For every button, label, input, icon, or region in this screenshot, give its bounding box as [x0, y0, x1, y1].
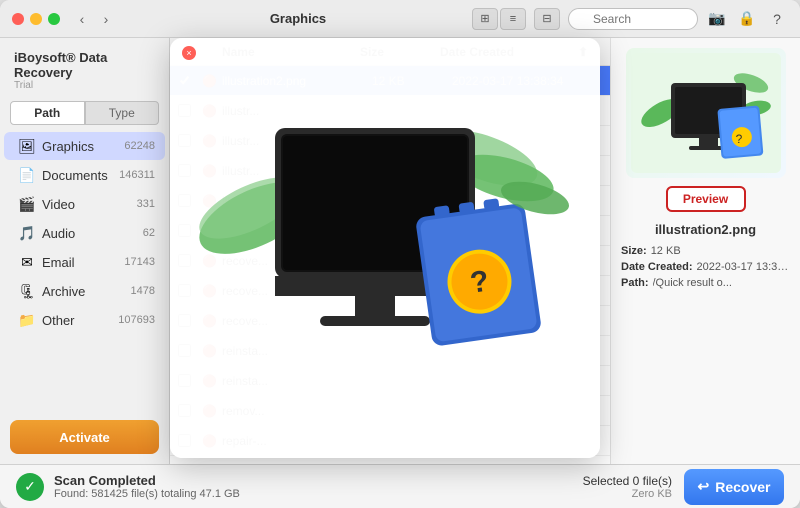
maximize-button[interactable]: [48, 13, 60, 25]
graphics-icon: 🖼: [18, 137, 36, 155]
sidebar-brand: iBoysoft® Data Recovery Trial: [0, 38, 169, 95]
search-wrapper: 🔍: [568, 8, 698, 30]
sidebar-item-count: 1478: [131, 285, 155, 297]
documents-icon: 📄: [18, 166, 36, 184]
activate-button[interactable]: Activate: [10, 420, 159, 454]
window-title: Graphics: [124, 11, 472, 26]
lock-button[interactable]: 🔒: [736, 8, 758, 30]
sidebar-item-video[interactable]: 🎬 Video 331: [4, 190, 165, 218]
search-input[interactable]: [568, 8, 698, 30]
main-window: ‹ › Graphics ⊞ ≡ ⊟ 🔍 📷 🔒 ? iBoysoft® Da: [0, 0, 800, 508]
sidebar-item-count: 331: [137, 198, 155, 210]
app-title: iBoysoft® Data Recovery: [14, 50, 155, 80]
sidebar-item-label: Other: [42, 313, 118, 328]
sidebar-item-documents[interactable]: 📄 Documents 146311: [4, 161, 165, 189]
recover-label: Recover: [715, 479, 770, 495]
svg-text:?: ?: [735, 132, 742, 146]
date-value: 2022-03-17 13:38:34: [697, 261, 790, 273]
scan-sub: Found: 581425 file(s) totaling 47.1 GB: [54, 488, 583, 500]
sidebar-item-count: 62: [143, 227, 155, 239]
traffic-lights: [12, 13, 60, 25]
right-panel: ? Preview illustration2.png Size: 12 KB …: [610, 38, 800, 464]
app-subtitle: Trial: [14, 80, 155, 91]
filter-button[interactable]: ⊟: [534, 8, 560, 30]
sidebar-item-label: Graphics: [42, 139, 124, 154]
help-button[interactable]: ?: [766, 8, 788, 30]
size-value: 12 KB: [651, 245, 681, 257]
sidebar-item-label: Documents: [42, 168, 119, 183]
toolbar-right: ⊞ ≡ ⊟ 🔍 📷 🔒 ?: [472, 8, 788, 30]
sidebar: iBoysoft® Data Recovery Trial Path Type …: [0, 38, 170, 464]
sidebar-item-count: 62248: [124, 140, 155, 152]
preview-button[interactable]: Preview: [666, 186, 746, 212]
thumbnail-svg: ?: [631, 53, 781, 173]
status-bar: ✓ Scan Completed Found: 581425 file(s) t…: [0, 464, 800, 508]
title-bar: ‹ › Graphics ⊞ ≡ ⊟ 🔍 📷 🔒 ?: [0, 0, 800, 38]
overlay-close-button[interactable]: ×: [182, 46, 196, 60]
other-icon: 📁: [18, 311, 36, 329]
preview-overlay: ×: [170, 38, 600, 458]
sidebar-item-label: Video: [42, 197, 137, 212]
sidebar-item-other[interactable]: 📁 Other 107693: [4, 306, 165, 334]
scan-text: Scan Completed Found: 581425 file(s) tot…: [54, 473, 583, 500]
sidebar-item-email[interactable]: ✉ Email 17143: [4, 248, 165, 276]
sidebar-item-label: Archive: [42, 284, 131, 299]
audio-icon: 🎵: [18, 224, 36, 242]
view-toggle: ⊞ ≡: [472, 8, 526, 30]
sidebar-item-count: 107693: [118, 314, 155, 326]
forward-button[interactable]: ›: [96, 9, 116, 29]
scan-complete-icon: ✓: [16, 473, 44, 501]
close-button[interactable]: [12, 13, 24, 25]
sidebar-item-audio[interactable]: 🎵 Audio 62: [4, 219, 165, 247]
recover-button[interactable]: ↩ Recover: [684, 469, 784, 505]
list-view-button[interactable]: ≡: [500, 8, 526, 30]
path-label: Path:: [621, 277, 649, 289]
archive-icon: 🗜: [18, 282, 36, 300]
sidebar-item-count: 17143: [124, 256, 155, 268]
sidebar-activate: Activate: [0, 410, 169, 464]
path-value: /Quick result o...: [653, 277, 732, 289]
sidebar-tabs: Path Type: [0, 95, 169, 131]
recover-icon: ↩: [698, 478, 710, 495]
sidebar-item-count: 146311: [119, 169, 155, 181]
preview-thumbnail: ?: [626, 48, 786, 178]
sidebar-item-label: Audio: [42, 226, 143, 241]
grid-view-button[interactable]: ⊞: [472, 8, 498, 30]
tab-path[interactable]: Path: [10, 101, 85, 125]
back-button[interactable]: ‹: [72, 9, 92, 29]
file-size-row: Size: 12 KB: [621, 245, 790, 257]
selected-size: Zero KB: [583, 488, 672, 500]
file-info-title: illustration2.png: [655, 222, 756, 237]
file-info-rows: Size: 12 KB Date Created: 2022-03-17 13:…: [621, 245, 790, 293]
sidebar-items: 🖼 Graphics 62248 📄 Documents 146311 🎬 Vi…: [0, 131, 169, 410]
preview-svg: ?: [195, 78, 575, 418]
file-path-row: Path: /Quick result o...: [621, 277, 790, 289]
nav-arrows: ‹ ›: [72, 9, 116, 29]
email-icon: ✉: [18, 253, 36, 271]
size-label: Size:: [621, 245, 647, 257]
file-date-row: Date Created: 2022-03-17 13:38:34: [621, 261, 790, 273]
selected-info: Selected 0 file(s) Zero KB: [583, 474, 672, 500]
sidebar-item-graphics[interactable]: 🖼 Graphics 62248: [4, 132, 165, 160]
title-text: Graphics: [270, 11, 326, 26]
minimize-button[interactable]: [30, 13, 42, 25]
sidebar-item-archive[interactable]: 🗜 Archive 1478: [4, 277, 165, 305]
camera-button[interactable]: 📷: [706, 8, 728, 30]
date-label: Date Created:: [621, 261, 693, 273]
selected-files: Selected 0 file(s): [583, 474, 672, 488]
video-icon: 🎬: [18, 195, 36, 213]
sidebar-item-label: Email: [42, 255, 124, 270]
scan-title: Scan Completed: [54, 473, 583, 488]
tab-type[interactable]: Type: [85, 101, 160, 125]
